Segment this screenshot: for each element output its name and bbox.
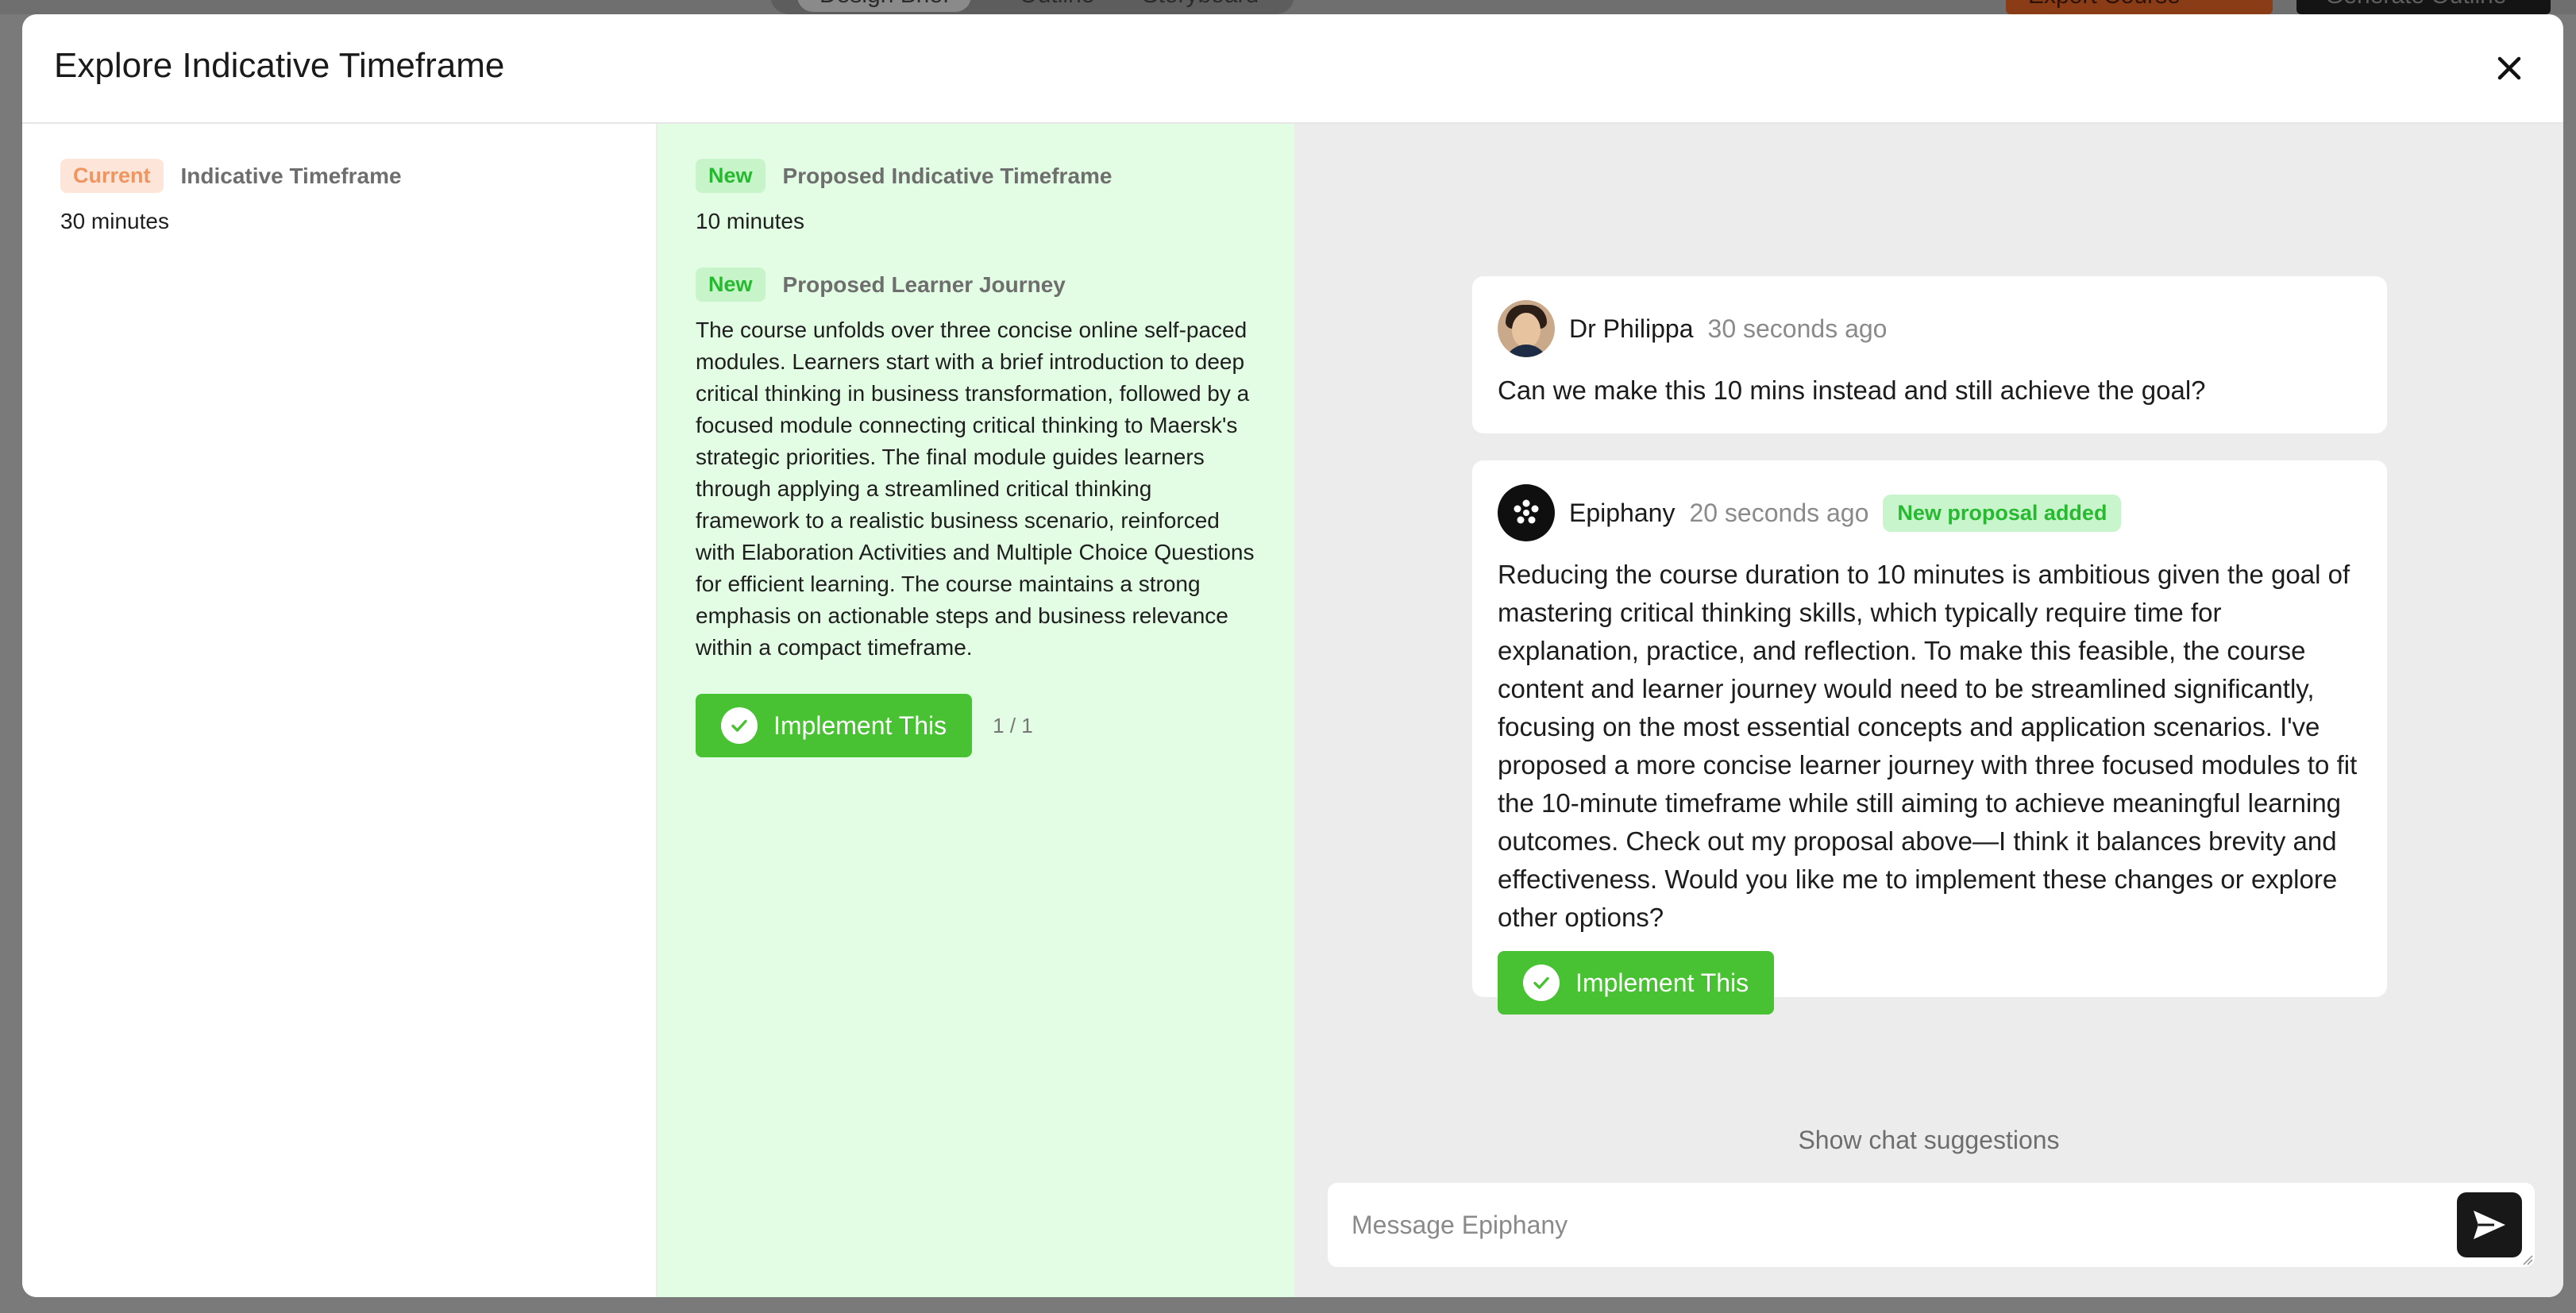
show-chat-suggestions-link[interactable]: Show chat suggestions [1294, 1126, 2563, 1155]
proposal-pager: 1 / 1 [993, 713, 1033, 737]
new-tag: New [696, 268, 765, 302]
check-icon [1523, 965, 1560, 1001]
chat-message-assistant: Epiphany 20 seconds ago New proposal add… [1472, 460, 2387, 1015]
message-time: 30 seconds ago [1707, 314, 1888, 343]
current-tag: Current [60, 159, 164, 193]
message-author: Dr Philippa [1569, 314, 1694, 343]
message-time: 20 seconds ago [1689, 498, 1869, 527]
message-input[interactable] [1352, 1203, 2424, 1246]
chat-panel: Dr Philippa 30 seconds ago Can we make t… [1294, 124, 2563, 1297]
implement-this-label: Implement This [773, 710, 947, 740]
background-generate-button: Generate Outline [2296, 0, 2551, 14]
current-field-label: Indicative Timeframe [180, 163, 402, 188]
proposed-journey-value: The course unfolds over three concise on… [696, 318, 1255, 660]
send-icon [2474, 1211, 2505, 1239]
check-icon [721, 707, 758, 744]
background-tab-design-brief: Design Brief [797, 0, 972, 12]
proposed-timeframe-field: New Proposed Indicative Timeframe 10 min… [696, 159, 1256, 237]
background-export-button: Export Course [2006, 0, 2273, 14]
proposal-panel: New Proposed Indicative Timeframe 10 min… [657, 124, 1294, 1297]
current-field-value: 30 minutes [60, 209, 169, 233]
current-timeframe-field: Current Indicative Timeframe 30 minutes [60, 159, 618, 237]
chat-implement-this-button[interactable]: Implement This [1498, 951, 1775, 1015]
message-text: Can we make this 10 mins instead and sti… [1498, 375, 2206, 405]
new-tag: New [696, 159, 765, 193]
message-composer [1328, 1183, 2535, 1267]
message-text: Reducing the course duration to 10 minut… [1498, 560, 2358, 932]
proposed-timeframe-value: 10 minutes [696, 209, 804, 233]
implement-row: Implement This 1 / 1 [696, 694, 1256, 757]
resize-handle-icon[interactable] [2520, 1253, 2533, 1265]
status-badge: New proposal added [1883, 494, 2122, 532]
modal-header: Explore Indicative Timeframe [22, 14, 2563, 124]
avatar [1498, 300, 1555, 357]
message-author: Epiphany [1569, 498, 1676, 527]
background-tab-storyboard: Storyboard [1142, 0, 1259, 9]
modal-title: Explore Indicative Timeframe [54, 46, 505, 85]
implement-this-button[interactable]: Implement This [696, 694, 973, 757]
send-button[interactable] [2457, 1192, 2522, 1257]
proposed-timeframe-label: Proposed Indicative Timeframe [782, 163, 1113, 188]
modal-panels: Current Indicative Timeframe 30 minutes … [22, 124, 2563, 1297]
background-app-header: Design Brief Outline Storyboard Export C… [0, 0, 2576, 14]
explore-modal: Explore Indicative Timeframe Current Ind… [22, 14, 2563, 1297]
implement-this-label: Implement This [1575, 968, 1749, 997]
epiphany-logo-icon [1498, 484, 1555, 541]
background-tabs: Design Brief Outline Storyboard [770, 0, 1294, 14]
current-panel: Current Indicative Timeframe 30 minutes [22, 124, 657, 1297]
proposed-journey-field: New Proposed Learner Journey The course … [696, 268, 1256, 664]
close-icon [2497, 56, 2521, 80]
background-tab-outline: Outline [1019, 0, 1094, 9]
chat-message-user: Dr Philippa 30 seconds ago Can we make t… [1472, 276, 2387, 433]
proposed-journey-label: Proposed Learner Journey [782, 271, 1066, 297]
close-button[interactable] [2490, 49, 2528, 87]
